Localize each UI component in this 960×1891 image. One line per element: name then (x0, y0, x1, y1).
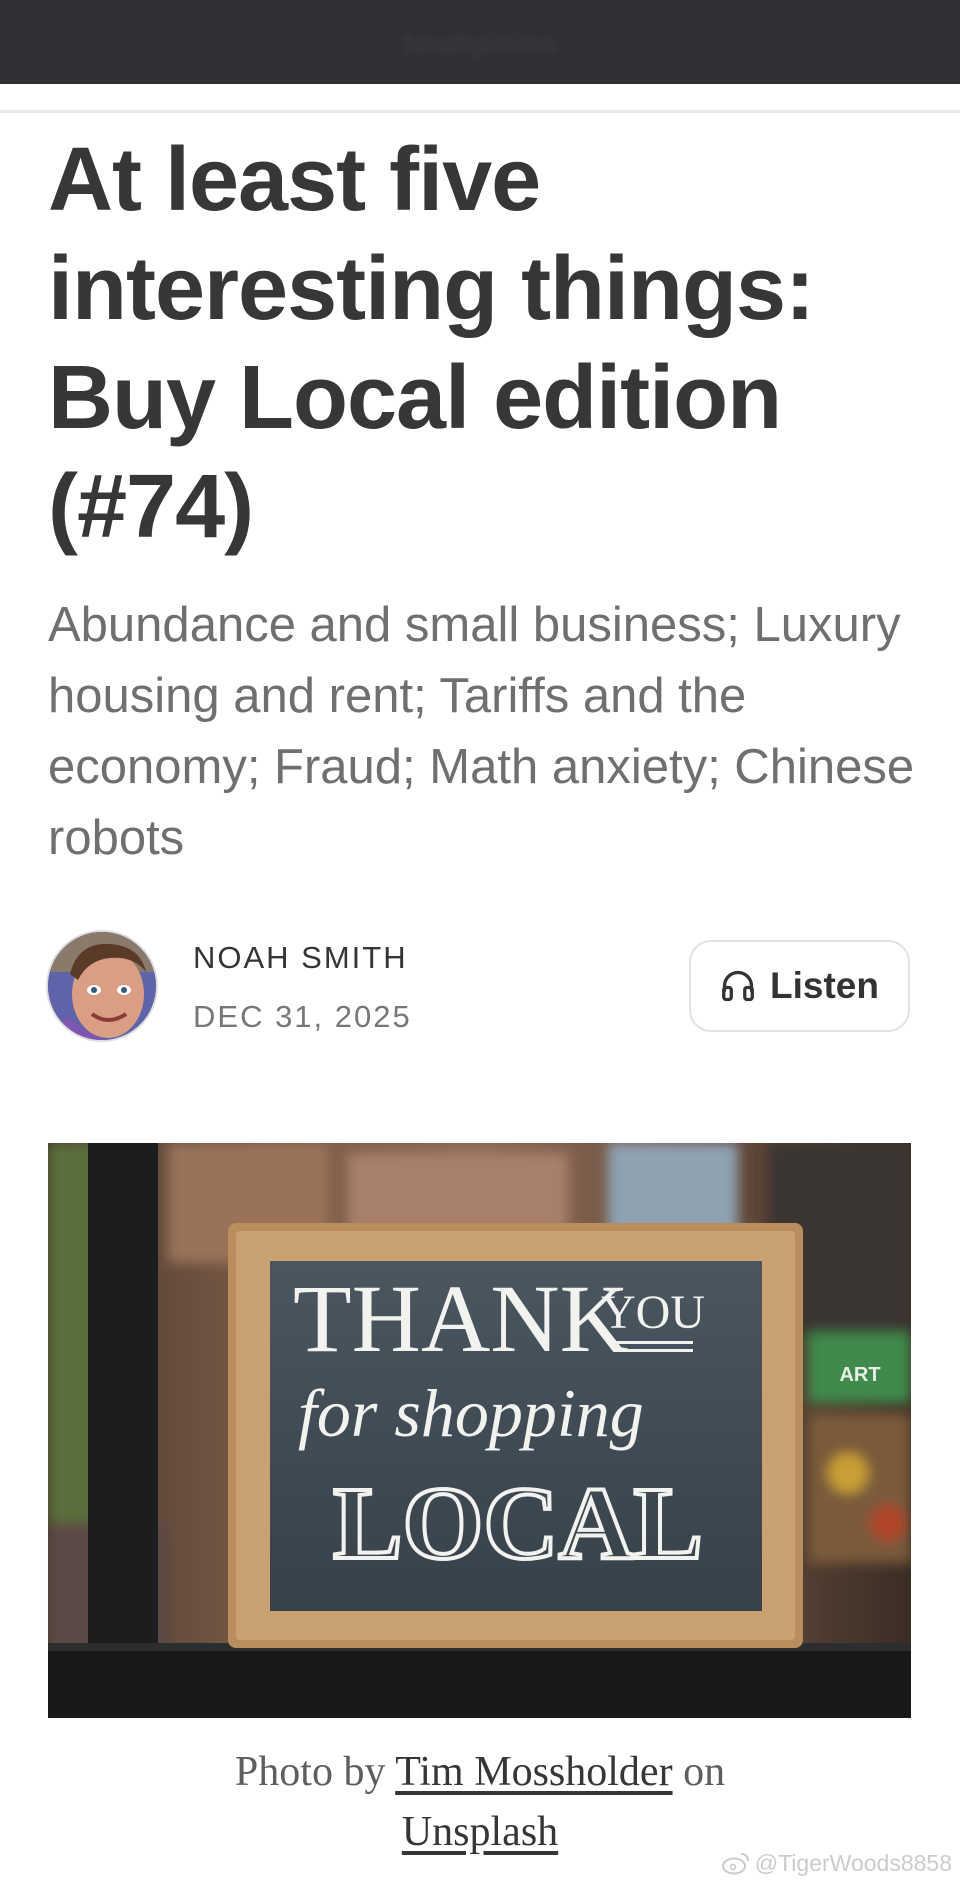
photographer-link[interactable]: Tim Mossholder (395, 1749, 672, 1795)
weibo-icon (721, 1853, 749, 1875)
hero-image: ART THANK YOU for shopping LOCAL (48, 1143, 911, 1718)
publish-date: DEC 31, 2025 (193, 999, 412, 1034)
author-avatar[interactable] (48, 932, 156, 1040)
top-bar: Noahpinion (0, 0, 960, 84)
headphones-icon (722, 970, 754, 1002)
image-caption: Photo by Tim Mossholder on Unsplash (60, 1742, 900, 1862)
unsplash-link[interactable]: Unsplash (402, 1809, 558, 1855)
article-title: At least five interesting things: Buy Lo… (48, 130, 815, 557)
sign-line-you: YOU (601, 1286, 705, 1339)
sign-line-thank: THANK (293, 1265, 629, 1372)
background-sign-text: ART (839, 1364, 880, 1386)
sign-line-for-shopping: for shopping (298, 1375, 644, 1451)
caption-prefix: Photo by (234, 1749, 386, 1795)
watermark-text: @TigerWoods8858 (754, 1850, 952, 1876)
header-divider (0, 110, 960, 113)
listen-button[interactable]: Listen (689, 940, 910, 1032)
author-name[interactable]: NOAH SMITH (193, 940, 408, 976)
sign-line-local: LOCAL (333, 1466, 703, 1581)
article-subtitle: Abundance and small business; Luxury hou… (48, 598, 915, 865)
caption-middle: on (683, 1749, 726, 1795)
listen-label: Listen (770, 965, 879, 1006)
publication-name[interactable]: Noahpinion (0, 28, 960, 60)
watermark: @TigerWoods8858 (721, 1850, 952, 1877)
